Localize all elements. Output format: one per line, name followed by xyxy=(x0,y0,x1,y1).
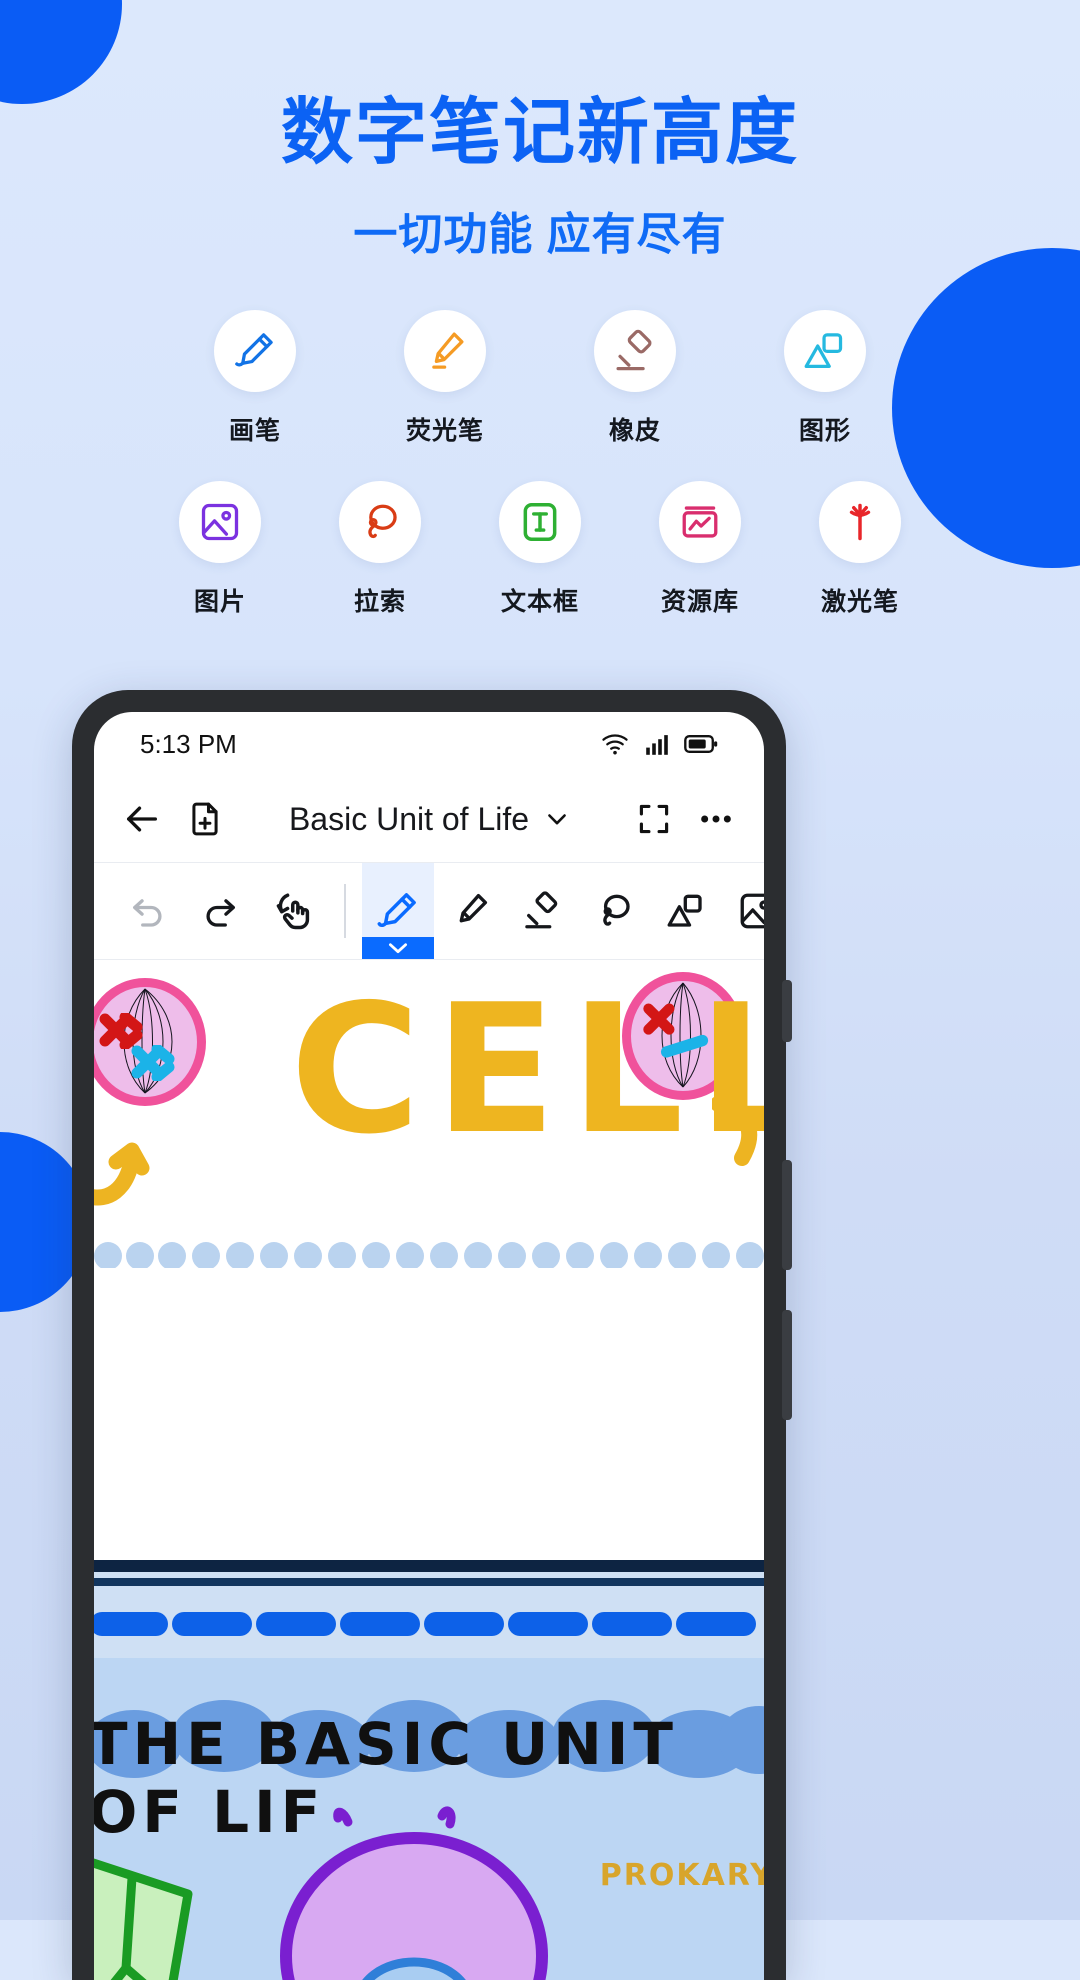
canvas-separator-dark xyxy=(94,1560,764,1572)
cloud-doodle-line xyxy=(94,1242,764,1268)
pen-icon xyxy=(377,893,416,928)
more-options-icon[interactable] xyxy=(696,799,736,839)
pen-tool[interactable] xyxy=(362,863,434,959)
image-icon xyxy=(740,893,764,929)
image-tool[interactable] xyxy=(722,863,764,959)
feature-lasso-circle xyxy=(339,480,421,563)
touch-mode-button[interactable] xyxy=(256,863,328,959)
feature-laser-pointer-circle xyxy=(819,480,901,563)
highlighter-tool[interactable] xyxy=(434,863,506,959)
status-bar: 5:13 PM xyxy=(94,712,764,776)
shapes-tool[interactable] xyxy=(650,863,722,959)
hero-section: 数字笔记新高度 一切功能 应有尽有 画笔 荧光笔 橡皮 图形 图片 拉索 文本框… xyxy=(0,0,1080,618)
chevron-down-icon[interactable] xyxy=(543,805,571,833)
feature-shapes-circle xyxy=(784,309,866,392)
feature-row-1: 画笔 荧光笔 橡皮 图形 xyxy=(0,309,1080,447)
feature-pen-circle xyxy=(214,309,296,392)
lasso-icon xyxy=(603,894,630,926)
feature-image-circle xyxy=(179,480,261,563)
feature-shapes-label: 图形 xyxy=(798,416,851,445)
feature-lasso-label: 拉索 xyxy=(353,587,406,616)
feature-library-label: 资源库 xyxy=(660,587,739,616)
chromosome-red-icon xyxy=(99,1013,143,1049)
phone-screen: 5:13 PM Basic Unit of Life CEL THE BASIC… xyxy=(94,712,764,1980)
feature-textbox-label: 文本框 xyxy=(500,587,579,616)
status-time: 5:13 PM xyxy=(140,728,237,759)
feature-highlighter-circle xyxy=(404,309,486,392)
back-arrow-icon[interactable] xyxy=(122,799,162,839)
battery-icon xyxy=(684,734,718,754)
dashed-blue-band xyxy=(94,1586,764,1658)
wifi-icon xyxy=(602,734,628,755)
page-title: 数字笔记新高度 xyxy=(280,93,799,173)
feature-laser-pointer[interactable]: 激光笔 xyxy=(799,480,921,618)
drawing-toolbar xyxy=(94,862,764,960)
redo-button[interactable] xyxy=(184,863,256,959)
laser-pointer-icon xyxy=(849,503,871,540)
canvas-heading-cell: CELL xyxy=(290,966,764,1173)
redo-icon xyxy=(206,899,235,927)
dashed-line-doodle xyxy=(94,1612,756,1636)
feature-eraser-circle xyxy=(594,309,676,392)
feature-pen-label: 画笔 xyxy=(228,416,281,445)
feature-image[interactable]: 图片 xyxy=(159,480,281,618)
note-canvas-bottom[interactable]: THE BASIC UNIT OF LIF PROKARY xyxy=(94,1658,764,1980)
feature-eraser-label: 橡皮 xyxy=(608,416,661,445)
phone-volume-button-up xyxy=(782,1160,792,1270)
shapes-icon xyxy=(804,332,843,368)
feature-laser-pointer-label: 激光笔 xyxy=(820,587,899,616)
lasso-icon xyxy=(368,504,397,538)
add-page-icon[interactable] xyxy=(186,800,224,838)
highlighter-icon xyxy=(432,332,464,369)
toolbar-divider xyxy=(344,884,346,938)
canvas-separator-dark-2 xyxy=(94,1578,764,1586)
undo-icon xyxy=(133,899,162,927)
mitosis-cell-left xyxy=(94,978,206,1106)
eraser-icon xyxy=(616,329,652,370)
feature-textbox-circle xyxy=(499,480,581,563)
highlighter-icon xyxy=(459,893,488,923)
pen-icon xyxy=(235,332,273,367)
note-canvas-top[interactable]: CELL xyxy=(94,960,764,1560)
feature-textbox[interactable]: 文本框 xyxy=(479,480,601,618)
hand-touch-icon xyxy=(276,893,310,930)
pen-tool-expand[interactable] xyxy=(362,938,434,958)
feature-highlighter[interactable]: 荧光笔 xyxy=(384,309,506,447)
feature-shapes[interactable]: 图形 xyxy=(764,309,886,447)
phone-side-button-top xyxy=(782,980,792,1042)
document-title-area[interactable]: Basic Unit of Life xyxy=(248,801,612,838)
eraser-icon xyxy=(525,891,558,929)
shapes-icon xyxy=(667,894,702,927)
feature-highlighter-label: 荧光笔 xyxy=(405,416,484,445)
undo-button[interactable] xyxy=(112,863,184,959)
chromosome-blue-icon xyxy=(131,1045,175,1081)
phone-volume-button-down xyxy=(782,1310,792,1420)
lasso-tool[interactable] xyxy=(578,863,650,959)
eraser-tool[interactable] xyxy=(506,863,578,959)
feature-eraser[interactable]: 橡皮 xyxy=(574,309,696,447)
feature-lasso[interactable]: 拉索 xyxy=(319,480,441,618)
signal-icon xyxy=(646,735,668,755)
plant-cell-doodle xyxy=(94,1858,193,1980)
feature-row-2: 图片 拉索 文本框 资源库 激光笔 xyxy=(0,480,1080,618)
phone-mockup: 5:13 PM Basic Unit of Life CEL THE BASIC… xyxy=(72,690,792,1980)
app-bar: Basic Unit of Life xyxy=(94,776,764,862)
document-title: Basic Unit of Life xyxy=(288,800,530,837)
library-icon xyxy=(682,506,718,538)
feature-library[interactable]: 资源库 xyxy=(639,480,761,618)
page-subtitle: 一切功能 应有尽有 xyxy=(353,209,727,259)
arrow-annotation-icon xyxy=(94,1142,150,1206)
textbox-icon xyxy=(523,502,557,541)
feature-library-circle xyxy=(659,480,741,563)
animal-cell-doodle xyxy=(280,1806,548,1980)
feature-pen[interactable]: 画笔 xyxy=(194,309,316,447)
image-icon xyxy=(201,503,239,540)
canvas-annotation-prokary: PROKARY xyxy=(599,1858,764,1893)
feature-image-label: 图片 xyxy=(193,587,246,616)
chevron-down-icon xyxy=(389,943,407,954)
fullscreen-icon[interactable] xyxy=(636,801,672,837)
